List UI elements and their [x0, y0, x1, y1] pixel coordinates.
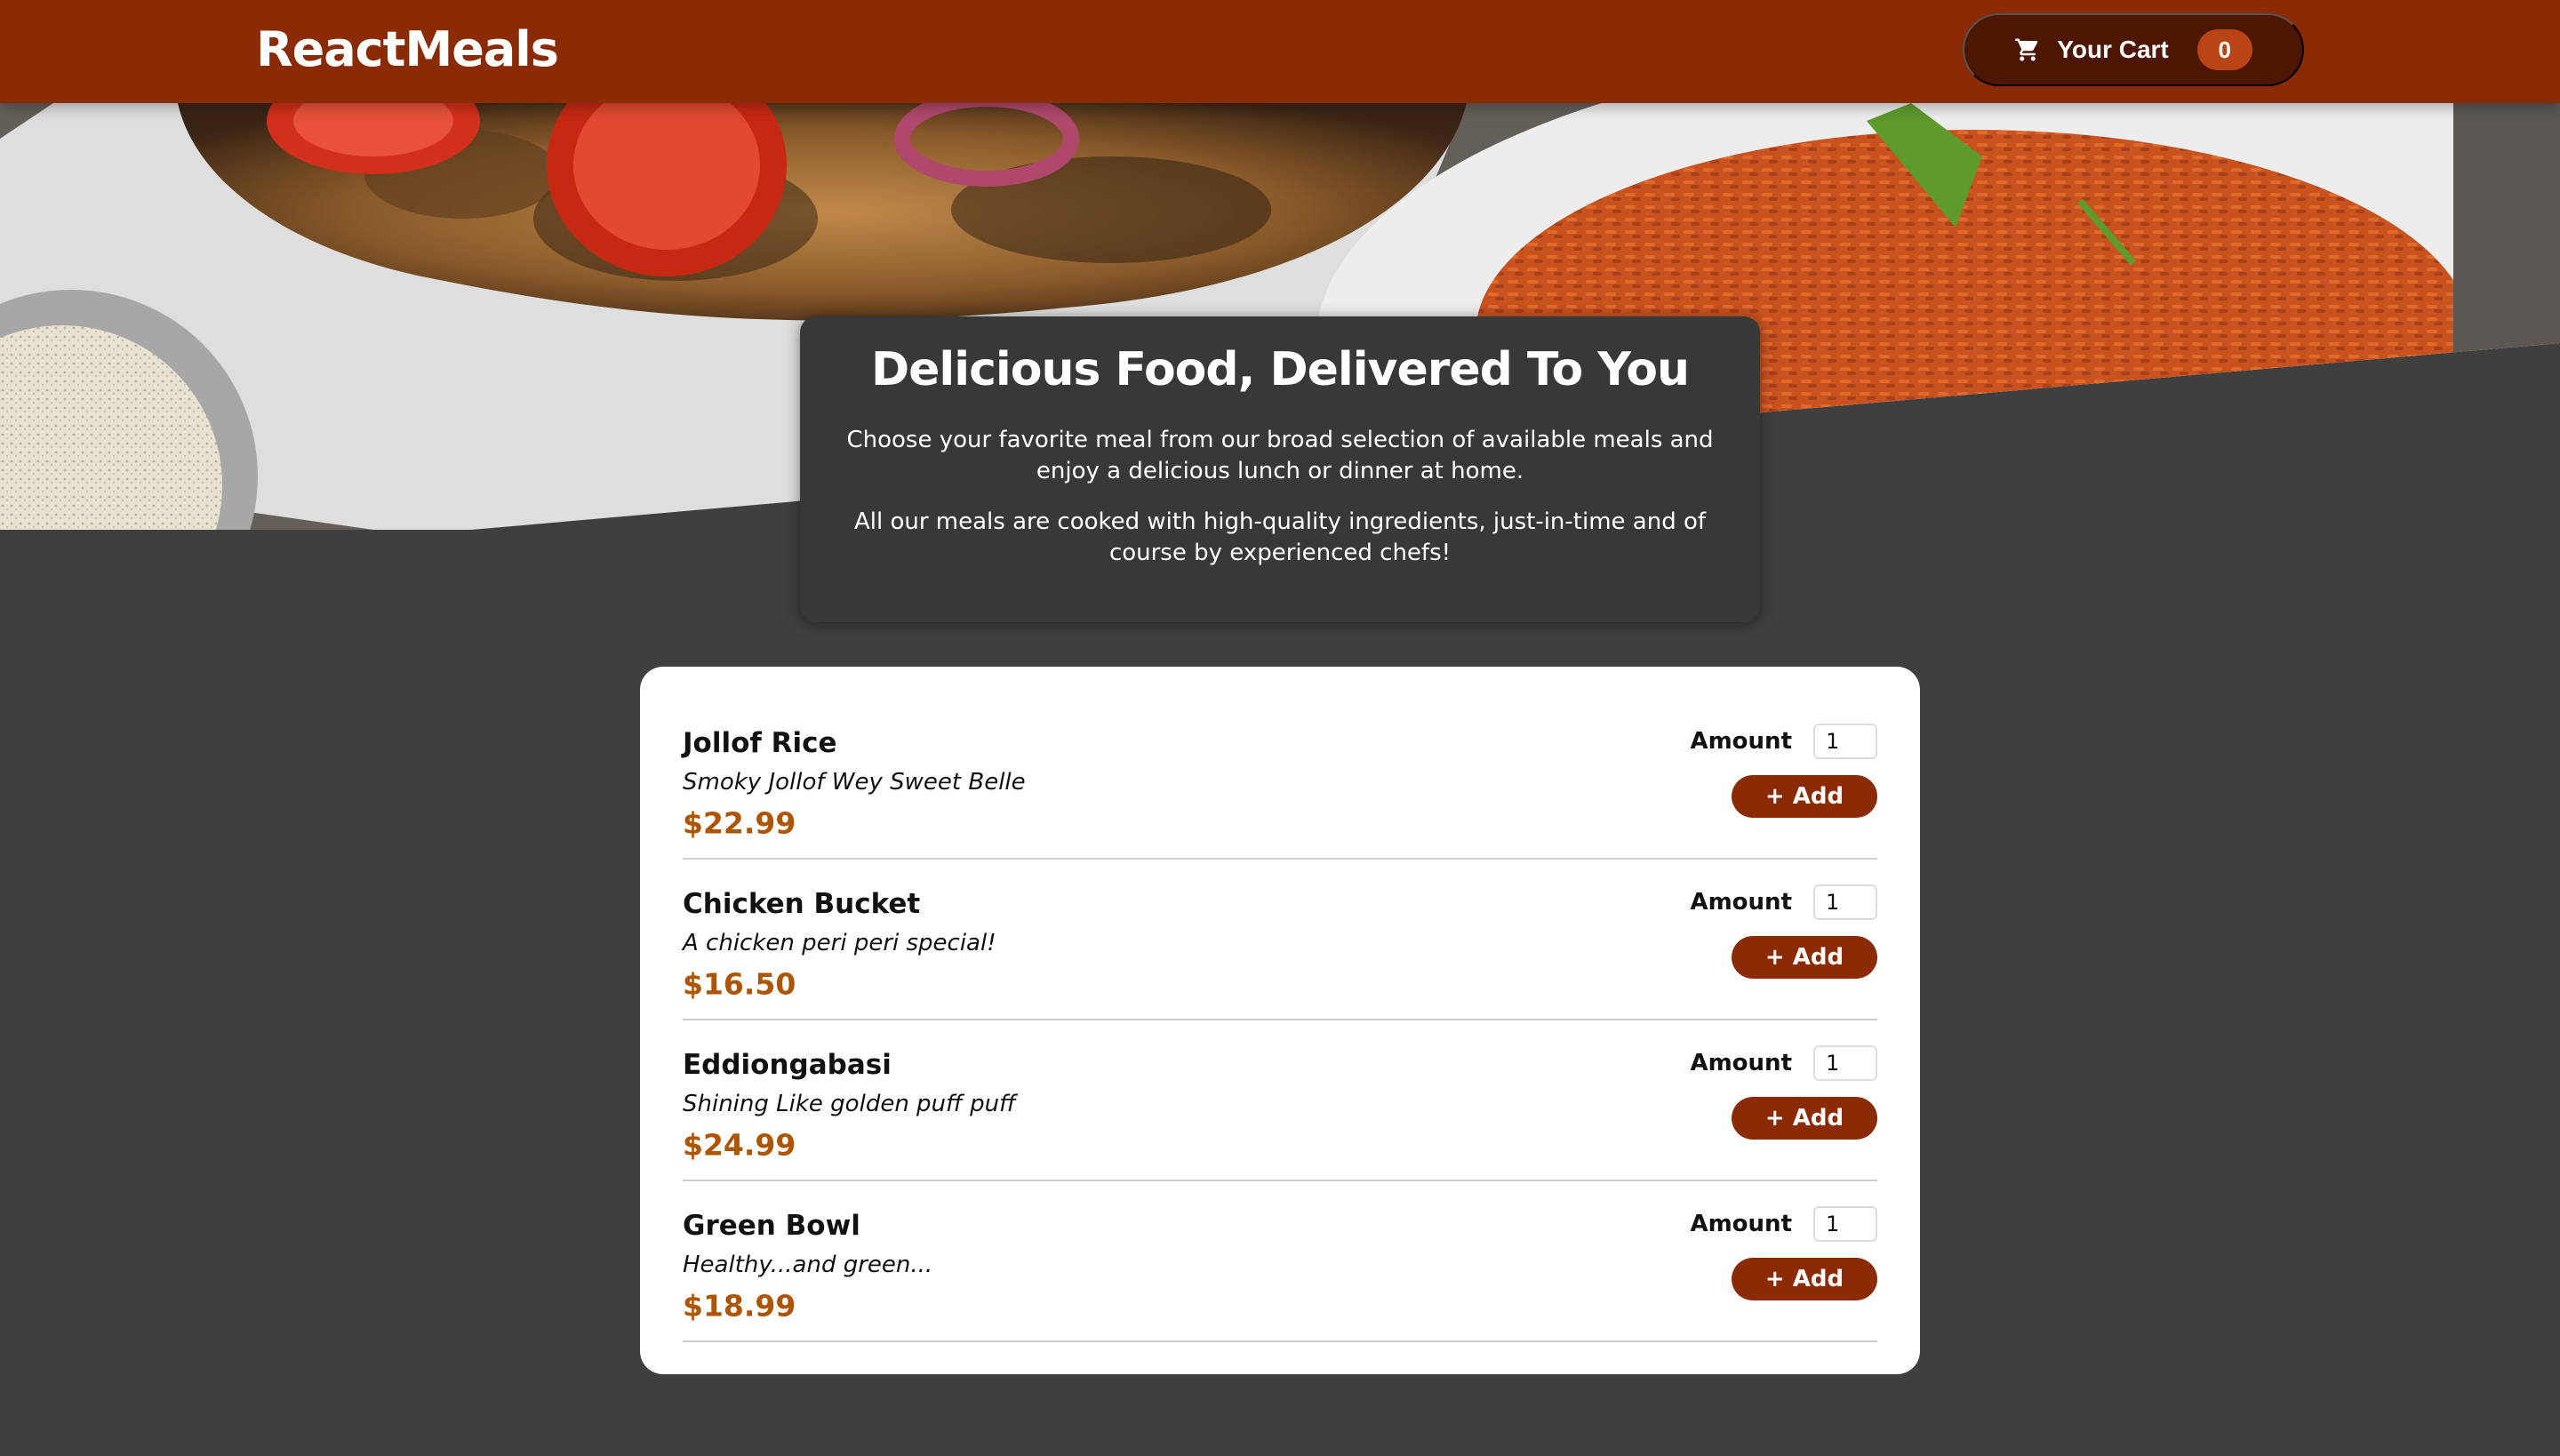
app-header: ReactMeals Your Cart 0: [0, 0, 2560, 103]
amount-label: Amount: [1690, 889, 1792, 916]
meal-item: Eddiongabasi Shining Like golden puff pu…: [683, 1020, 1877, 1181]
amount-input[interactable]: [1813, 1045, 1877, 1081]
add-button[interactable]: + Add: [1732, 1097, 1877, 1140]
meal-price: $22.99: [683, 805, 796, 841]
meal-item: Green Bowl Healthy...and green... $18.99…: [683, 1181, 1877, 1342]
available-meals-card: Jollof Rice Smoky Jollof Wey Sweet Belle…: [640, 667, 1920, 1374]
amount-label: Amount: [1690, 1050, 1792, 1076]
meal-name: Eddiongabasi: [683, 1049, 892, 1081]
meal-item: Jollof Rice Smoky Jollof Wey Sweet Belle…: [683, 699, 1877, 860]
meal-description: A chicken peri peri special!: [683, 930, 996, 956]
meal-name: Jollof Rice: [683, 727, 837, 759]
meal-price: $16.50: [683, 966, 796, 1002]
app-logo: ReactMeals: [256, 21, 559, 77]
meal-item: Chicken Bucket A chicken peri peri speci…: [683, 860, 1877, 1020]
meal-description: Shining Like golden puff puff: [683, 1091, 1016, 1117]
amount-label: Amount: [1690, 1211, 1792, 1237]
meal-name: Green Bowl: [683, 1210, 860, 1242]
meals-summary-card: Delicious Food, Delivered To You Choose …: [800, 316, 1760, 622]
meal-price: $24.99: [683, 1127, 796, 1163]
amount-label: Amount: [1690, 728, 1792, 755]
cart-label: Your Cart: [2057, 36, 2169, 63]
amount-input[interactable]: [1813, 884, 1877, 920]
summary-paragraph-1: Choose your favorite meal from our broad…: [846, 427, 1714, 484]
amount-input[interactable]: [1813, 1206, 1877, 1242]
meal-price: $18.99: [683, 1288, 796, 1324]
add-button[interactable]: + Add: [1732, 775, 1877, 818]
cart-count-badge: 0: [2196, 29, 2252, 70]
cart-icon: [2014, 36, 2041, 63]
cart-button[interactable]: Your Cart 0: [1963, 13, 2304, 86]
meal-description: Healthy...and green...: [683, 1252, 933, 1278]
add-button[interactable]: + Add: [1732, 936, 1877, 979]
summary-title: Delicious Food, Delivered To You: [871, 343, 1690, 396]
meal-name: Chicken Bucket: [683, 888, 921, 920]
add-button[interactable]: + Add: [1732, 1258, 1877, 1300]
amount-input[interactable]: [1813, 724, 1877, 759]
meal-description: Smoky Jollof Wey Sweet Belle: [683, 769, 1026, 796]
summary-paragraph-2: All our meals are cooked with high-quali…: [853, 508, 1707, 566]
